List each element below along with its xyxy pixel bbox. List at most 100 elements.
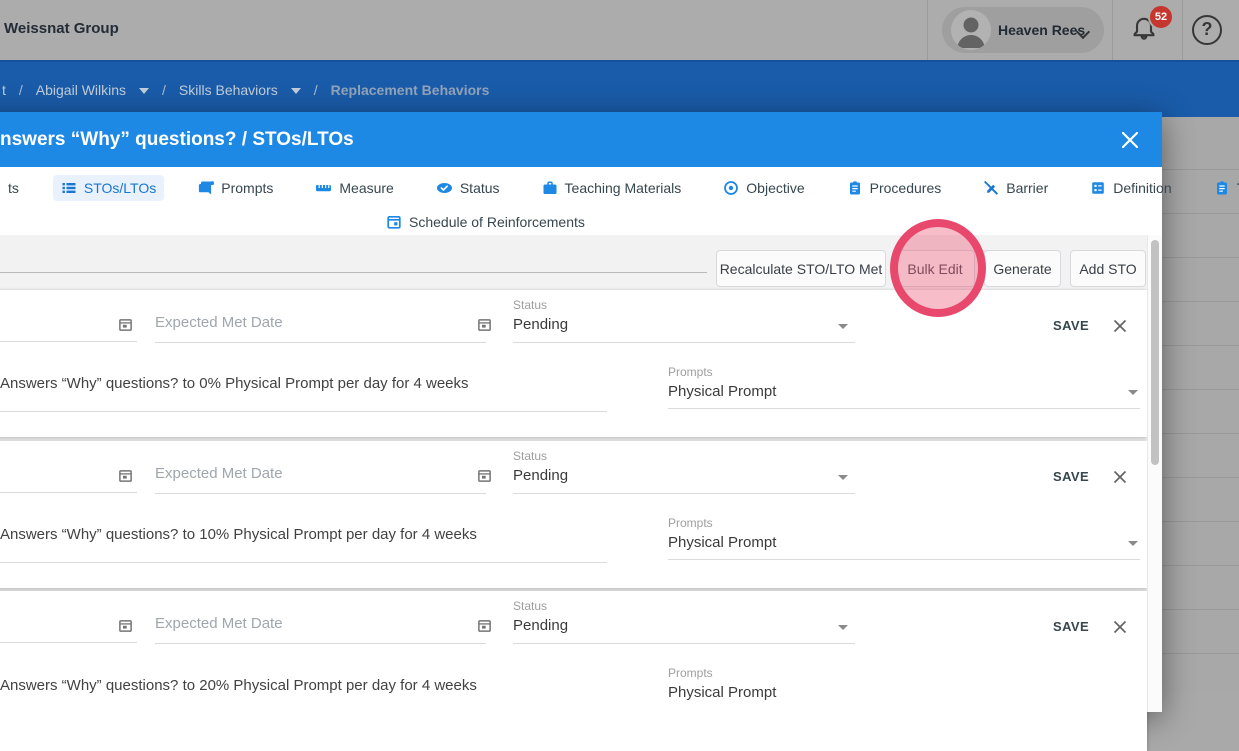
close-icon[interactable] xyxy=(1112,619,1128,635)
sto-card: Status Pending SAVE Answers “Why” questi… xyxy=(0,290,1147,437)
tab-teaching-procedures[interactable]: Teaching Procedures xyxy=(1206,175,1239,201)
save-button[interactable]: SAVE xyxy=(1053,469,1089,484)
sto-lto-modal: nswers “Why” questions? / STOs/LTOs ts S… xyxy=(0,112,1162,712)
scrollbar-track[interactable] xyxy=(1147,235,1162,712)
briefcase-icon xyxy=(542,180,558,196)
clipboard-icon xyxy=(847,180,863,196)
tab-status[interactable]: Status xyxy=(428,175,508,201)
save-button[interactable]: SAVE xyxy=(1053,318,1089,333)
tab-stos-ltos[interactable]: STOs/LTOs xyxy=(53,175,164,201)
slash-icon xyxy=(983,180,999,196)
dropdown-caret-icon[interactable] xyxy=(1128,541,1138,546)
field-underline xyxy=(0,642,137,643)
field-underline xyxy=(513,342,855,343)
ballot-icon xyxy=(1090,180,1106,196)
calendar-icon[interactable] xyxy=(477,468,493,484)
tab-prompts[interactable]: Prompts xyxy=(190,175,281,201)
tab-procedures[interactable]: Procedures xyxy=(839,175,950,201)
calendar-icon[interactable] xyxy=(118,618,134,634)
calendar-icon xyxy=(386,214,402,230)
prompts-select[interactable]: Physical Prompt xyxy=(668,684,776,701)
tab-cutoff[interactable]: ts xyxy=(0,175,27,201)
status-select[interactable]: Pending xyxy=(513,467,568,484)
notifications-button[interactable]: 52 xyxy=(1130,12,1176,52)
calendar-icon[interactable] xyxy=(118,317,134,333)
divider xyxy=(1112,0,1113,60)
generate-button[interactable]: Generate xyxy=(984,250,1061,287)
top-bar: Weissnat Group Heaven Rees 52 ? xyxy=(0,0,1239,60)
add-sto-button[interactable]: Add STO xyxy=(1070,250,1146,287)
status-select[interactable]: Pending xyxy=(513,316,568,333)
divider xyxy=(927,0,928,60)
chat-icon xyxy=(198,180,214,196)
field-underline xyxy=(668,408,1140,409)
expected-met-date-input[interactable] xyxy=(155,612,445,634)
breadcrumb-leading[interactable]: t xyxy=(2,82,6,98)
expected-met-date-input[interactable] xyxy=(155,311,445,333)
chevron-down-icon[interactable] xyxy=(139,88,149,94)
search-underline xyxy=(0,272,707,273)
close-icon[interactable] xyxy=(1120,130,1140,150)
dimmed-background-table xyxy=(1162,117,1239,692)
sto-description: Answers “Why” questions? to 20% Physical… xyxy=(0,677,477,694)
recalculate-button[interactable]: Recalculate STO/LTO Met xyxy=(716,250,886,287)
field-underline xyxy=(513,643,855,644)
tab-objective[interactable]: Objective xyxy=(715,175,812,201)
breadcrumb-separator: / xyxy=(19,82,23,98)
breadcrumb-bar: t / Abigail Wilkins / Skills Behaviors /… xyxy=(0,60,1239,117)
expected-met-date-input[interactable] xyxy=(155,462,445,484)
tab-teaching-materials[interactable]: Teaching Materials xyxy=(534,175,690,201)
prompts-select[interactable]: Physical Prompt xyxy=(668,534,776,551)
status-label: Status xyxy=(513,298,547,312)
help-button[interactable]: ? xyxy=(1192,15,1222,45)
status-label: Status xyxy=(513,599,547,613)
close-icon[interactable] xyxy=(1112,469,1128,485)
calendar-icon[interactable] xyxy=(477,317,493,333)
tab-definition[interactable]: Definition xyxy=(1082,175,1179,201)
clipboard-icon xyxy=(1214,180,1230,196)
question-mark-icon: ? xyxy=(1202,19,1213,39)
status-check-icon xyxy=(436,180,453,196)
breadcrumb: t / Abigail Wilkins / Skills Behaviors /… xyxy=(2,62,489,117)
sto-description: Answers “Why” questions? to 10% Physical… xyxy=(0,526,477,543)
sto-card: Status Pending SAVE Answers “Why” questi… xyxy=(0,591,1147,751)
close-icon[interactable] xyxy=(1112,318,1128,334)
chevron-down-icon[interactable] xyxy=(291,88,301,94)
field-underline xyxy=(0,411,607,412)
tab-schedule-of-reinforcements[interactable]: Schedule of Reinforcements xyxy=(378,209,593,235)
dropdown-caret-icon[interactable] xyxy=(838,625,848,630)
calendar-icon[interactable] xyxy=(118,468,134,484)
sto-description: Answers “Why” questions? to 0% Physical … xyxy=(0,375,469,392)
field-underline xyxy=(668,559,1140,560)
dropdown-caret-icon[interactable] xyxy=(838,475,848,480)
notification-badge: 52 xyxy=(1148,4,1174,30)
field-underline xyxy=(0,341,137,342)
target-icon xyxy=(723,180,739,196)
bulk-edit-button[interactable]: Bulk Edit xyxy=(895,250,975,287)
tab-barrier[interactable]: Barrier xyxy=(975,175,1056,201)
status-label: Status xyxy=(513,449,547,463)
modal-title: nswers “Why” questions? / STOs/LTOs xyxy=(0,129,354,151)
company-name: Weissnat Group xyxy=(4,20,119,37)
user-menu[interactable]: Heaven Rees xyxy=(942,7,1104,53)
calendar-icon[interactable] xyxy=(477,618,493,634)
scrollbar-thumb[interactable] xyxy=(1151,240,1159,465)
dropdown-caret-icon[interactable] xyxy=(838,324,848,329)
prompts-select[interactable]: Physical Prompt xyxy=(668,383,776,400)
dropdown-caret-icon[interactable] xyxy=(1128,390,1138,395)
field-underline xyxy=(155,643,486,644)
ruler-icon xyxy=(315,180,332,196)
breadcrumb-section[interactable]: Skills Behaviors xyxy=(179,82,278,98)
prompts-label: Prompts xyxy=(668,516,713,530)
field-underline xyxy=(155,342,486,343)
tab-measure[interactable]: Measure xyxy=(307,175,401,201)
breadcrumb-current: Replacement Behaviors xyxy=(331,82,490,98)
status-select[interactable]: Pending xyxy=(513,617,568,634)
modal-tab-bar: ts STOs/LTOs Prompts Measure Status Teac… xyxy=(0,167,1162,235)
breadcrumb-separator: / xyxy=(162,82,166,98)
field-underline xyxy=(513,493,855,494)
field-underline xyxy=(0,562,607,563)
breadcrumb-client[interactable]: Abigail Wilkins xyxy=(36,82,126,98)
prompts-label: Prompts xyxy=(668,365,713,379)
save-button[interactable]: SAVE xyxy=(1053,619,1089,634)
